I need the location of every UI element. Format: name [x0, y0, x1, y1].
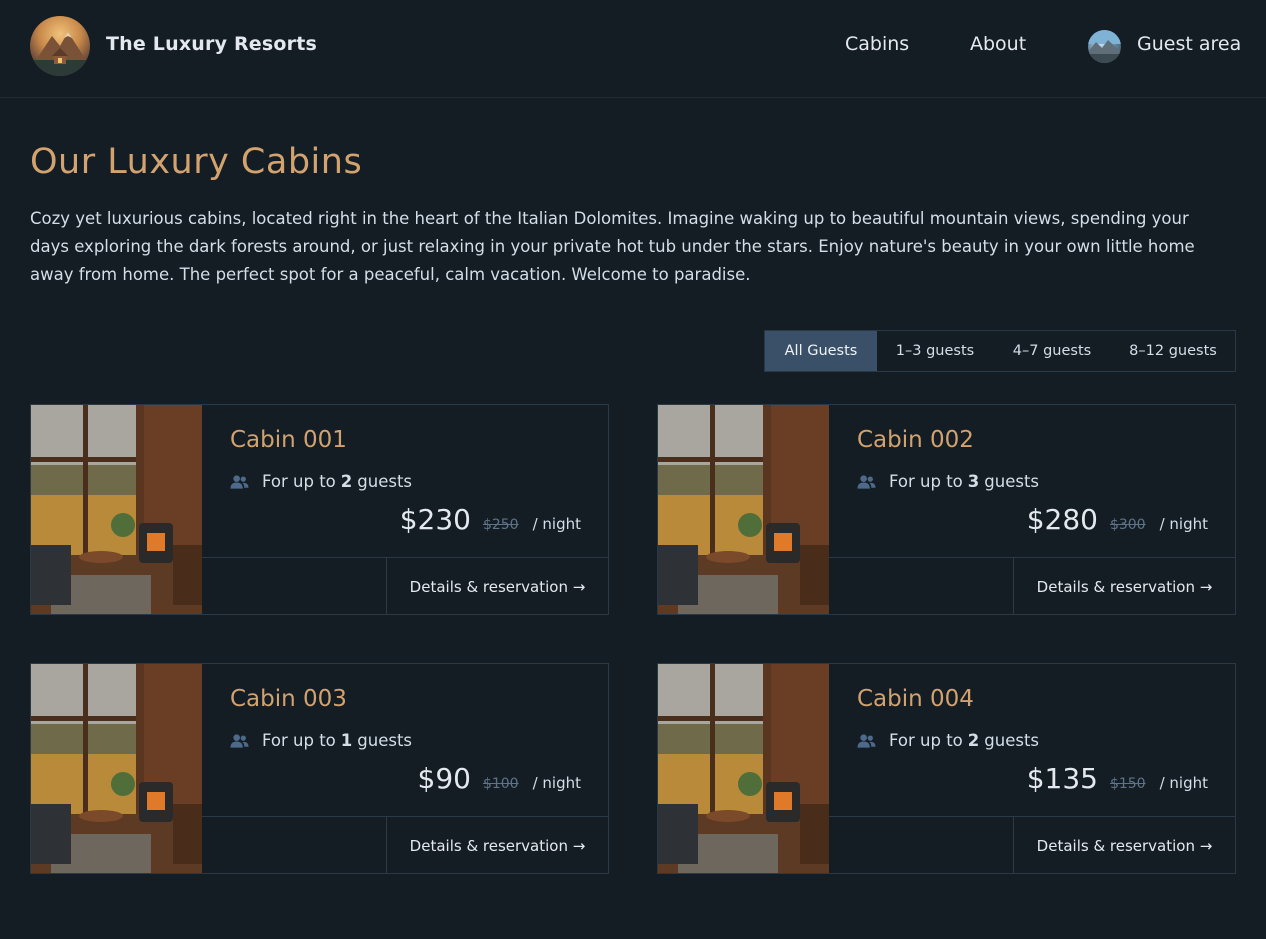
nav-guest-area[interactable]: Guest area: [1137, 33, 1241, 55]
cabin-interior-image: [658, 664, 829, 873]
cabin-regular-price: $150: [1109, 776, 1146, 792]
per-night-label: / night: [532, 774, 581, 792]
users-icon: [230, 474, 249, 489]
details-reservation-button[interactable]: Details & reservation →: [1013, 817, 1235, 874]
per-night-label: / night: [532, 515, 581, 533]
price-row: $230 $250 / night: [400, 503, 581, 536]
cabin-image[interactable]: [31, 664, 202, 873]
cabin-image[interactable]: [658, 405, 829, 614]
cabin-capacity: For up to 3 guests: [857, 472, 1039, 491]
card-footer: Details & reservation →: [829, 557, 1235, 615]
site-header: The Luxury Resorts Cabins About Guest ar…: [0, 0, 1266, 98]
cabin-regular-price: $300: [1109, 517, 1146, 533]
cabin-card: Cabin 001 For up to 2 guests $230 $250 /…: [30, 404, 609, 615]
cabin-name[interactable]: Cabin 004: [857, 686, 974, 712]
card-footer: Details & reservation →: [829, 816, 1235, 874]
details-reservation-button[interactable]: Details & reservation →: [386, 817, 608, 874]
logo[interactable]: [30, 16, 90, 76]
capacity-count: 2: [340, 472, 353, 491]
cabin-card: Cabin 003 For up to 1 guests $90 $100 / …: [30, 663, 609, 874]
cabin-name[interactable]: Cabin 002: [857, 427, 974, 453]
cabin-image[interactable]: [31, 405, 202, 614]
capacity-prefix: For up to: [889, 731, 963, 750]
price-row: $280 $300 / night: [1027, 503, 1208, 536]
cabin-capacity: For up to 2 guests: [230, 472, 412, 491]
filter-4-7-guests[interactable]: 4–7 guests: [993, 331, 1111, 371]
capacity-prefix: For up to: [889, 472, 963, 491]
capacity-suffix: guests: [357, 472, 413, 491]
cabin-price: $135: [1026, 762, 1098, 795]
guest-avatar-icon: [1088, 30, 1121, 63]
capacity-prefix: For up to: [262, 731, 336, 750]
filter-all-guests[interactable]: All Guests: [765, 331, 877, 371]
nav-about[interactable]: About: [970, 33, 1026, 55]
capacity-suffix: guests: [984, 472, 1040, 491]
per-night-label: / night: [1159, 774, 1208, 792]
price-row: $135 $150 / night: [1027, 762, 1208, 795]
filter-1-3-guests[interactable]: 1–3 guests: [877, 331, 993, 371]
cabin-card: Cabin 002 For up to 3 guests $280 $300 /…: [657, 404, 1236, 615]
users-icon: [857, 474, 876, 489]
cabin-price: $90: [417, 762, 471, 795]
capacity-prefix: For up to: [262, 472, 336, 491]
filter-8-12-guests[interactable]: 8–12 guests: [1111, 331, 1235, 371]
cabin-interior-image: [658, 405, 829, 614]
capacity-suffix: guests: [984, 731, 1040, 750]
cabin-interior-image: [31, 664, 202, 873]
brand-name[interactable]: The Luxury Resorts: [106, 33, 317, 55]
cabin-image[interactable]: [658, 664, 829, 873]
page-title: Our Luxury Cabins: [30, 142, 363, 182]
card-footer: Details & reservation →: [202, 557, 608, 615]
cabin-card: Cabin 004 For up to 2 guests $135 $150 /…: [657, 663, 1236, 874]
cabin-capacity: For up to 2 guests: [857, 731, 1039, 750]
users-icon: [230, 733, 249, 748]
nav-cabins[interactable]: Cabins: [845, 33, 909, 55]
cabin-name[interactable]: Cabin 003: [230, 686, 347, 712]
details-reservation-button[interactable]: Details & reservation →: [386, 558, 608, 615]
cabin-name[interactable]: Cabin 001: [230, 427, 347, 453]
capacity-suffix: guests: [357, 731, 413, 750]
cabin-price: $280: [1026, 503, 1098, 536]
cabin-capacity: For up to 1 guests: [230, 731, 412, 750]
cabin-interior-image: [31, 405, 202, 614]
capacity-count: 2: [967, 731, 980, 750]
cabin-regular-price: $100: [482, 776, 519, 792]
guest-filter: All Guests 1–3 guests 4–7 guests 8–12 gu…: [764, 330, 1236, 372]
per-night-label: / night: [1159, 515, 1208, 533]
details-reservation-button[interactable]: Details & reservation →: [1013, 558, 1235, 615]
cabin-price: $230: [399, 503, 471, 536]
page-description: Cozy yet luxurious cabins, located right…: [30, 209, 1195, 284]
mountain-cabin-logo-icon: [30, 32, 90, 76]
card-footer: Details & reservation →: [202, 816, 608, 874]
price-row: $90 $100 / night: [418, 762, 582, 795]
cabin-regular-price: $250: [482, 517, 519, 533]
users-icon: [857, 733, 876, 748]
capacity-count: 3: [967, 472, 980, 491]
capacity-count: 1: [340, 731, 353, 750]
avatar[interactable]: [1088, 30, 1121, 63]
